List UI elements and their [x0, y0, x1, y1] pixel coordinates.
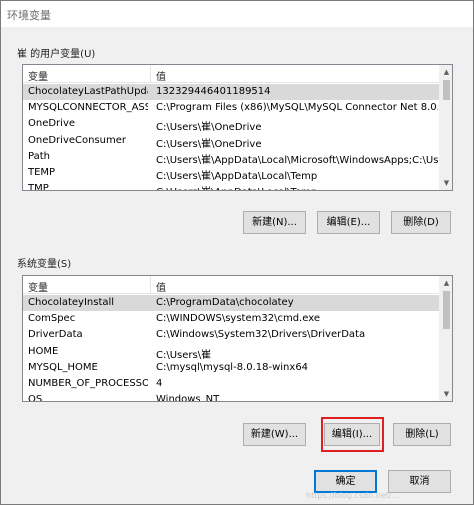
scroll-up-arrow-icon[interactable]: ▲ [440, 276, 452, 290]
system-rows: ChocolateyInstall C:\ProgramData\chocolat… [23, 295, 440, 402]
variable-value-cell: C:\Users\崔\OneDrive [156, 122, 262, 134]
scroll-down-arrow-icon[interactable]: ▼ [440, 176, 452, 190]
system-new-button[interactable]: 新建(W)... [243, 423, 306, 446]
user-variables-label: 崔 的用户变量(U) [17, 49, 96, 60]
table-row[interactable]: MYSQLCONNECTOR_ASS... C:\Program Files (x… [23, 100, 440, 116]
variable-name-cell: OneDriveConsumer [28, 134, 127, 146]
variable-value-cell: C:\Users\崔\AppData\Local\Temp [156, 170, 318, 182]
user-new-button[interactable]: 新建(N)... [243, 211, 306, 234]
table-row[interactable]: DriverData C:\Windows\System32\Drivers\Dr… [23, 327, 440, 343]
cancel-button[interactable]: 取消 [388, 470, 451, 493]
variable-value-cell: C:\Windows\System32\Drivers\DriverData [156, 329, 366, 341]
scroll-thumb[interactable] [443, 291, 450, 329]
variable-name-cell: OneDrive [28, 118, 76, 130]
annotation-highlight-box [321, 417, 384, 452]
column-header-variable[interactable]: 变量 [28, 68, 48, 83]
column-separator[interactable] [150, 276, 151, 294]
table-row[interactable]: TMP C:\Users\崔\AppData\Local\Temp [23, 181, 440, 191]
variable-name-cell: Path [28, 150, 50, 162]
variable-value-cell: C:\Users\崔\AppData\Local\Temp [156, 183, 438, 190]
variable-value-cell: C:\Program Files (x86)\MySQL\MySQL Conne… [156, 102, 438, 114]
table-row[interactable]: Path C:\Users\崔\AppData\Local\Microsoft\W… [23, 149, 440, 166]
variable-name-cell: NUMBER_OF_PROCESSORS [28, 377, 148, 389]
user-delete-button[interactable]: 删除(D) [391, 211, 451, 234]
variable-name-cell: TMP [28, 183, 49, 191]
variable-name-cell: ChocolateyLastPathUpdate [28, 86, 148, 97]
variable-name-cell: HOME [28, 345, 59, 357]
variable-value-cell: 132329446401189514 [156, 86, 271, 97]
variable-name-cell: ChocolateyInstall [28, 297, 115, 308]
column-header-value[interactable]: 值 [156, 68, 166, 83]
variable-value-cell: C:\mysql\mysql-8.0.18-winx64 [156, 361, 309, 373]
column-separator[interactable] [150, 65, 151, 83]
variable-name-cell: DriverData [28, 329, 83, 341]
variable-value-cell: C:\WINDOWS\system32\cmd.exe [156, 313, 320, 325]
variable-name-cell: OS [28, 394, 43, 402]
scroll-up-arrow-icon[interactable]: ▲ [440, 65, 452, 79]
variable-name-cell: MYSQLCONNECTOR_ASS... [28, 102, 148, 114]
system-list-scrollbar[interactable]: ▲ ▼ [439, 276, 452, 401]
user-rows: ChocolateyLastPathUpdate 1323294464011895… [23, 84, 440, 191]
table-row[interactable]: OneDrive C:\Users\崔\OneDrive [23, 116, 440, 134]
window-title: 环境变量 [7, 9, 51, 22]
user-edit-button[interactable]: 编辑(E)... [317, 211, 380, 234]
table-row[interactable]: MYSQL_HOME C:\mysql\mysql-8.0.18-winx64 [23, 360, 440, 376]
user-list-header: 变量 值 [23, 65, 440, 83]
column-header-value[interactable]: 值 [156, 279, 166, 294]
variable-name-cell: ComSpec [28, 313, 76, 325]
watermark-text: https://blog.csdn.net/... [306, 491, 400, 500]
variable-value-cell: 4 [156, 377, 163, 389]
variable-value-cell: C:\Users\崔\AppData\Local\Microsoft\Windo… [156, 154, 438, 166]
table-row[interactable]: ComSpec C:\WINDOWS\system32\cmd.exe [23, 311, 440, 327]
environment-variables-dialog: 环境变量 崔 的用户变量(U) 变量 值 ChocolateyLastPathU… [0, 0, 474, 505]
user-variables-list[interactable]: 变量 值 ChocolateyLastPathUpdate 13232944640… [22, 64, 453, 191]
system-delete-button[interactable]: 删除(L) [393, 423, 451, 446]
variable-name-cell: TEMP [28, 166, 56, 178]
table-row[interactable]: NUMBER_OF_PROCESSORS 4 [23, 376, 440, 392]
table-row[interactable]: ChocolateyLastPathUpdate 1323294464011895… [23, 84, 440, 101]
variable-value-cell: C:\Users\崔\OneDrive [156, 138, 262, 150]
table-row[interactable]: ChocolateyInstall C:\ProgramData\chocolat… [23, 295, 440, 312]
table-row[interactable]: OS Windows_NT [23, 392, 440, 402]
ok-button[interactable]: 确定 [314, 470, 377, 493]
system-variables-list[interactable]: 变量 值 ChocolateyInstall C:\ProgramData\cho… [22, 275, 453, 402]
system-variables-label: 系统变量(S) [17, 259, 72, 270]
scroll-down-arrow-icon[interactable]: ▼ [440, 387, 452, 401]
variable-value-cell: Windows_NT [156, 394, 220, 402]
table-row[interactable]: TEMP C:\Users\崔\AppData\Local\Temp [23, 165, 440, 182]
variable-value-cell: C:\ProgramData\chocolatey [156, 297, 294, 308]
title-bar: 环境变量 [1, 1, 473, 27]
column-header-variable[interactable]: 变量 [28, 279, 48, 294]
table-row[interactable]: HOME C:\Users\崔 [23, 344, 440, 361]
table-row[interactable]: OneDriveConsumer C:\Users\崔\OneDrive [23, 133, 440, 150]
scroll-thumb[interactable] [443, 80, 450, 100]
variable-value-cell: C:\Users\崔 [156, 349, 212, 361]
system-list-header: 变量 值 [23, 276, 440, 294]
variable-name-cell: MYSQL_HOME [28, 361, 98, 373]
user-list-scrollbar[interactable]: ▲ ▼ [439, 65, 452, 190]
